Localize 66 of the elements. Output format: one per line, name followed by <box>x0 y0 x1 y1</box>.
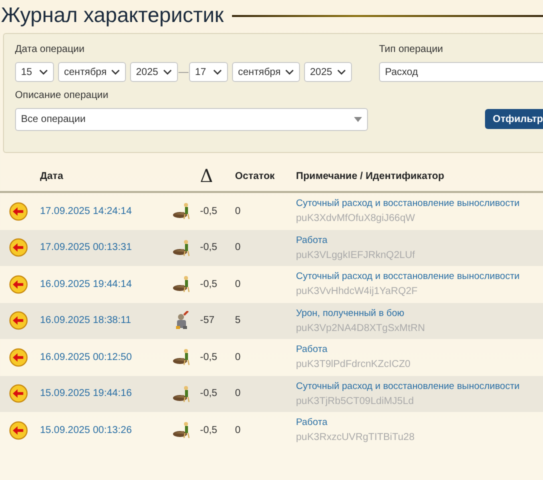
chevron-icon <box>285 69 294 75</box>
worker-figure-icon <box>172 274 192 294</box>
remainder-value: 0 <box>235 388 242 400</box>
type-select[interactable]: Расход <box>379 62 543 82</box>
chevron-icon <box>39 69 48 75</box>
remainder-value: 0 <box>235 206 242 217</box>
delta-value: -0,5 <box>200 278 218 290</box>
page-title: Журнал характеристик <box>1 4 224 28</box>
month-select[interactable]: сентября <box>232 62 300 82</box>
note-link[interactable]: Урон, полученный в бою <box>296 308 543 319</box>
operation-id: puK3T9lPdFdrcnKZcICZ0 <box>296 359 412 370</box>
date-link[interactable]: 16.09.2025 19:44:14 <box>40 278 163 290</box>
remainder-value: 0 <box>235 242 242 254</box>
worker-figure-icon <box>172 238 192 258</box>
range-separator: — <box>178 66 189 78</box>
date-link[interactable]: 16.09.2025 00:12:50 <box>40 352 163 363</box>
operation-id: puK3Vp2NA4D8XTgSxMtRN <box>296 322 426 334</box>
month-select[interactable]: сентября <box>58 62 126 82</box>
year-select[interactable]: 2025 <box>304 62 352 82</box>
delta-value: -0,5 <box>200 242 218 254</box>
column-header: Примечание / Идентификатор <box>296 170 446 182</box>
field-label: Тип операции <box>379 44 444 55</box>
remainder-value: 0 <box>235 352 242 363</box>
chevron-icon <box>213 69 222 75</box>
delta-value: -57 <box>200 315 216 326</box>
operation-id: puK3VvHhdcW4ij1YaRQ2F <box>296 286 419 298</box>
date-link[interactable]: 17.09.2025 00:13:31 <box>40 242 163 254</box>
worker-figure-icon <box>172 420 192 440</box>
operation-id: puK3RxzcUVRgTITBiTu28 <box>296 432 416 444</box>
date-link[interactable]: 15.09.2025 19:44:16 <box>40 388 163 400</box>
column-header: Остаток <box>235 170 276 182</box>
dropdown-arrow-icon <box>354 117 362 122</box>
day-select[interactable]: 17 <box>189 62 228 82</box>
worker-figure-icon <box>172 384 192 404</box>
chevron-icon <box>163 69 172 75</box>
note-link[interactable]: Работа <box>296 234 543 246</box>
note-link[interactable]: Работа <box>296 344 543 356</box>
delta-value: -0,5 <box>200 388 218 400</box>
chevron-icon <box>337 69 346 75</box>
delta-value: -0,5 <box>200 424 218 436</box>
note-link[interactable]: Суточный расход и восстановление выносливости <box>296 198 543 210</box>
worker-figure-icon <box>172 347 192 368</box>
field-label: Дата операции <box>15 44 86 55</box>
note-link[interactable]: Суточный расход и восстановление выносливости <box>296 271 543 282</box>
remainder-value: 0 <box>235 424 242 436</box>
note-link[interactable]: Работа <box>296 417 543 428</box>
filter-button[interactable]: Отфильтр <box>484 109 543 129</box>
field-label: Описание операции <box>15 90 110 101</box>
operation-id: puK3XdvMfOfuX8giJ66qW <box>296 213 416 224</box>
description-select[interactable]: Все операции <box>15 108 368 131</box>
year-select[interactable]: 2025 <box>130 62 178 82</box>
operation-id: puK3TjRb5CT09LdiMJ5Ld <box>296 396 415 407</box>
column-header: Δ <box>200 166 214 186</box>
day-select[interactable]: 15 <box>15 62 54 82</box>
remainder-value: 5 <box>235 315 242 326</box>
remainder-value: 0 <box>235 278 242 290</box>
column-header: Дата <box>40 170 64 182</box>
operation-id: puK3VLggkIEFJRknQ2LUf <box>296 250 416 261</box>
date-link[interactable]: 15.09.2025 00:13:26 <box>40 424 163 436</box>
date-link[interactable]: 16.09.2025 18:38:11 <box>40 315 163 326</box>
delta-value: -0,5 <box>200 206 218 217</box>
date-link[interactable]: 17.09.2025 14:24:14 <box>40 206 163 217</box>
worker-figure-icon <box>172 201 192 222</box>
delta-value: -0,5 <box>200 352 218 363</box>
chevron-icon <box>111 69 120 75</box>
note-link[interactable]: Суточный расход и восстановление выносливости <box>296 380 543 392</box>
